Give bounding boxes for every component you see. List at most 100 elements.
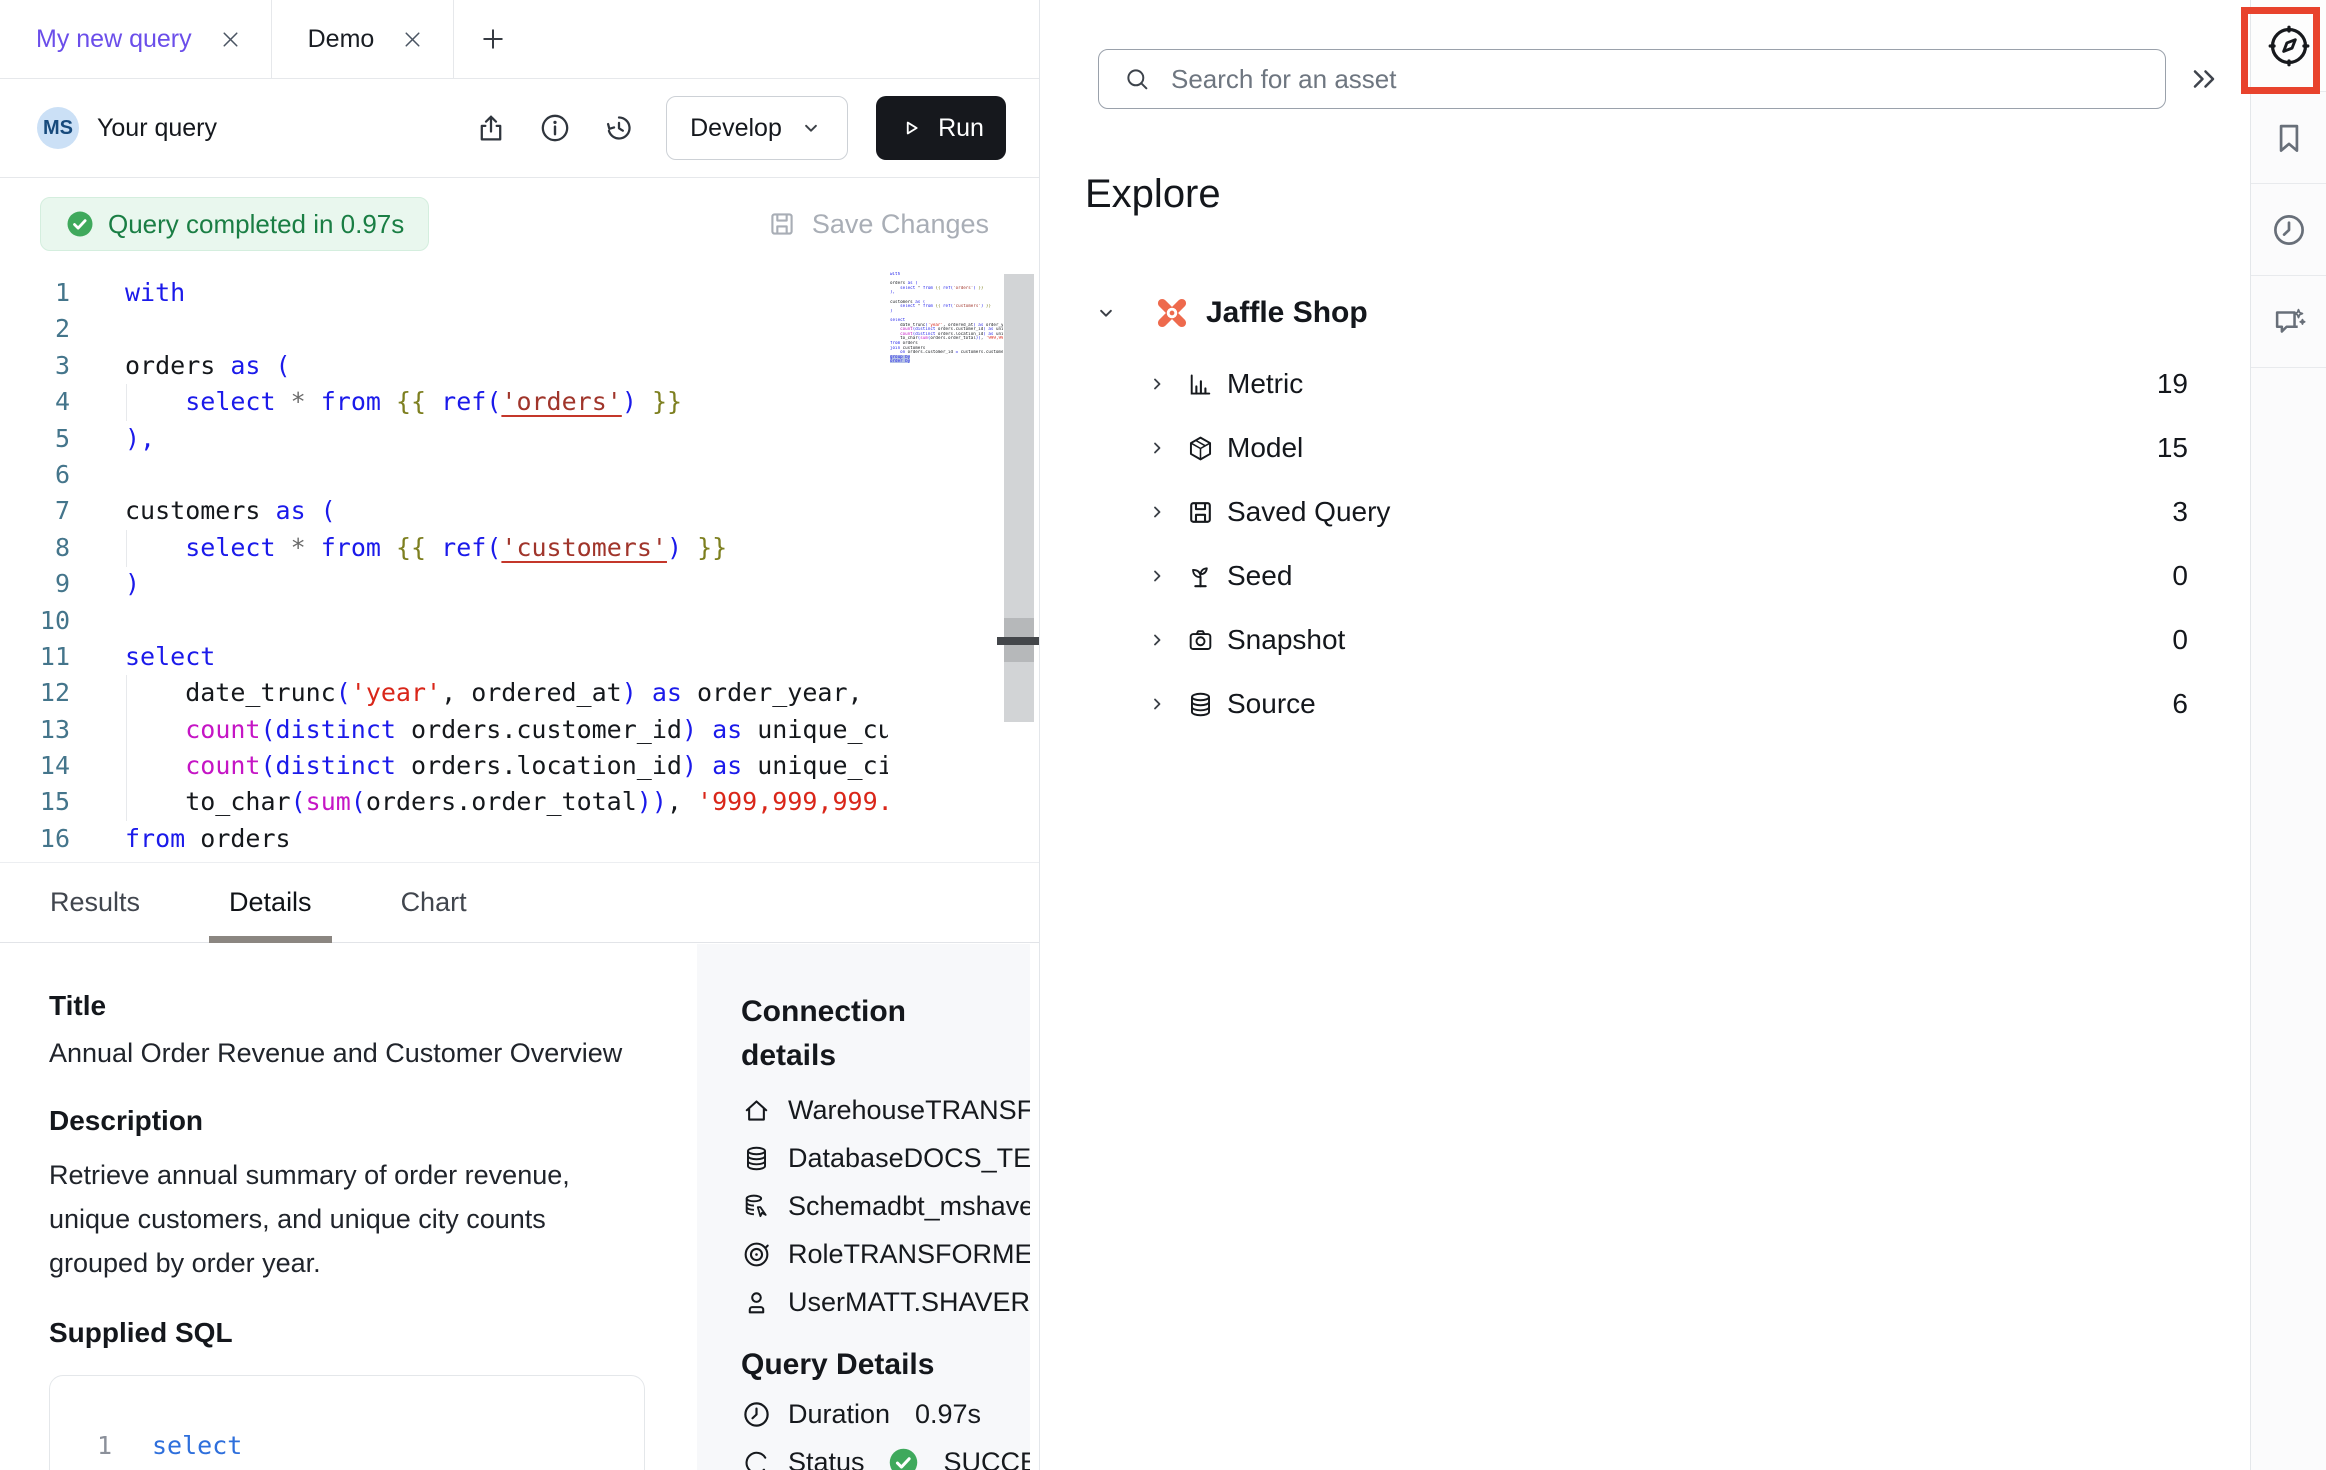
tree-root-jaffle-shop[interactable]: Jaffle Shop <box>1040 282 2250 344</box>
chevron-right-icon[interactable] <box>1145 436 1169 460</box>
asset-search[interactable] <box>1098 49 2166 109</box>
status-value: SUCCESSFUL <box>944 1447 1030 1470</box>
code-line[interactable]: 6 <box>0 457 888 493</box>
supplied-sql-box: 1select2 date_trunc('year', ordered_at) … <box>49 1375 645 1470</box>
chevron-right-icon[interactable] <box>1145 564 1169 588</box>
minimap-line: select * from {{ ref('customers') }} <box>890 304 1003 309</box>
code-line[interactable]: 5), <box>0 421 888 457</box>
connection-item-schema: Schemadbt_mshaver <box>741 1182 1030 1230</box>
query-header: MS Your query Develop Run <box>0 79 1039 178</box>
line-number: 6 <box>0 457 70 493</box>
sql-editor[interactable]: 1with23orders as (4 select * from {{ ref… <box>0 270 1039 862</box>
indent-guide <box>126 384 127 421</box>
tab-my-new-query[interactable]: My new query <box>0 0 272 78</box>
snapshot-icon <box>1185 625 1216 656</box>
new-tab-button[interactable] <box>454 0 532 78</box>
code-line[interactable]: 2 <box>0 311 888 347</box>
chevron-right-icon[interactable] <box>1145 500 1169 524</box>
code-line[interactable]: 4 select * from {{ ref('orders') }} <box>0 384 888 420</box>
search-input[interactable] <box>1171 64 2071 95</box>
code-line[interactable]: 3orders as ( <box>0 348 888 384</box>
asset-tree: Jaffle Shop Metric19Model15Saved Query3S… <box>1040 282 2250 736</box>
close-icon[interactable] <box>400 27 425 52</box>
details-left-column: Title Annual Order Revenue and Customer … <box>0 944 697 1470</box>
code-line[interactable]: 7customers as ( <box>0 493 888 529</box>
chevron-down-icon <box>798 115 824 141</box>
tree-item-label: Saved Query <box>1227 496 1390 528</box>
query-details-heading: Query Details <box>741 1348 1030 1382</box>
line-number: 10 <box>0 603 70 639</box>
connection-item-database: DatabaseDOCS_TEAM_ <box>741 1134 1030 1182</box>
chevron-down-icon[interactable] <box>1093 300 1119 326</box>
share-icon[interactable] <box>474 111 508 145</box>
tree-item-source[interactable]: Source6 <box>1040 672 2250 736</box>
code-line[interactable]: 12 date_trunc('year', ordered_at) as ord… <box>0 675 888 711</box>
code-line[interactable]: 11select <box>0 639 888 675</box>
chevron-right-icon[interactable] <box>1145 372 1169 396</box>
develop-button[interactable]: Develop <box>666 96 848 160</box>
tab-details[interactable]: Details <box>227 863 314 942</box>
line-number: 2 <box>0 311 70 347</box>
code-line[interactable]: 14 count(distinct orders.location_id) as… <box>0 748 888 784</box>
connection-item-text: RoleTRANSFORMER <box>788 1239 1030 1270</box>
connection-item-text: WarehouseTRANSFORM <box>788 1095 1030 1126</box>
details-panel: Title Annual Order Revenue and Customer … <box>0 944 1039 1470</box>
query-editor-panel: My new query Demo MS Your query Develop … <box>0 0 1040 1470</box>
chevron-right-icon[interactable] <box>1145 692 1169 716</box>
toolbar-history-button[interactable] <box>2251 184 2326 276</box>
info-icon[interactable] <box>538 111 572 145</box>
connection-item-text: UserMATT.SHAVER@FI <box>788 1287 1030 1318</box>
chevron-right-icon[interactable] <box>1145 628 1169 652</box>
tree-item-model[interactable]: Model15 <box>1040 416 2250 480</box>
toolbar-assistant-button[interactable] <box>2251 276 2326 368</box>
run-label: Run <box>938 114 984 143</box>
code-line[interactable]: 9) <box>0 566 888 602</box>
tree-item-metric[interactable]: Metric19 <box>1040 352 2250 416</box>
code-line[interactable]: 16from orders <box>0 821 888 857</box>
tree-item-count: 0 <box>2172 624 2188 656</box>
description-value: Retrieve annual summary of order revenue… <box>49 1153 649 1285</box>
line-number: 11 <box>0 639 70 675</box>
status-arc-icon <box>741 1447 772 1470</box>
history-icon[interactable] <box>602 111 636 145</box>
code-line[interactable]: 13 count(distinct orders.customer_id) as… <box>0 712 888 748</box>
description-heading: Description <box>49 1105 697 1137</box>
save-changes-label: Save Changes <box>812 209 989 240</box>
tab-demo[interactable]: Demo <box>272 0 455 78</box>
clock-icon <box>2270 211 2308 249</box>
chat-icon <box>2270 303 2308 341</box>
connection-details-heading: Connection details <box>741 990 971 1078</box>
code-line[interactable]: 15 to_char(sum(orders.order_total)), '99… <box>0 784 888 820</box>
duration-row: Duration 0.97s <box>741 1390 1030 1438</box>
warehouse-icon <box>741 1095 772 1126</box>
line-number: 1 <box>0 275 70 311</box>
user-icon <box>741 1287 772 1318</box>
connection-item-text: DatabaseDOCS_TEAM_ <box>788 1143 1030 1174</box>
toolbar-bookmarks-button[interactable] <box>2251 92 2326 184</box>
close-icon[interactable] <box>218 27 243 52</box>
code-lines[interactable]: 1with23orders as (4 select * from {{ ref… <box>0 275 888 857</box>
query-status-row: Query completed in 0.97s Save Changes <box>0 178 1039 270</box>
tab-results[interactable]: Results <box>48 863 142 942</box>
floppy-icon <box>766 208 798 240</box>
line-number: 14 <box>0 748 70 784</box>
save-changes-button[interactable]: Save Changes <box>766 208 989 240</box>
code-line[interactable]: 10 <box>0 603 888 639</box>
code-line[interactable]: 8 select * from {{ ref('customers') }} <box>0 530 888 566</box>
tab-chart[interactable]: Chart <box>399 863 469 942</box>
explore-panel: Explore Jaffle Shop Metric19Model15Saved… <box>1040 0 2250 1470</box>
model-icon <box>1185 433 1216 464</box>
collapse-panel-icon[interactable] <box>2186 61 2222 97</box>
toolbar-explore-button[interactable] <box>2251 0 2326 92</box>
check-circle-icon <box>65 209 95 239</box>
tree-item-snapshot[interactable]: Snapshot0 <box>1040 608 2250 672</box>
tree-item-seed[interactable]: Seed0 <box>1040 544 2250 608</box>
editor-minimap[interactable]: withorders as ( select * from {{ ref('or… <box>890 272 1003 370</box>
tree-item-saved-query[interactable]: Saved Query3 <box>1040 480 2250 544</box>
code-line[interactable]: 1with <box>0 275 888 311</box>
run-button[interactable]: Run <box>876 96 1006 160</box>
query-title: Your query <box>97 114 217 143</box>
title-value: Annual Order Revenue and Customer Overvi… <box>49 1038 697 1069</box>
title-heading: Title <box>49 990 697 1022</box>
line-number: 16 <box>0 821 70 857</box>
